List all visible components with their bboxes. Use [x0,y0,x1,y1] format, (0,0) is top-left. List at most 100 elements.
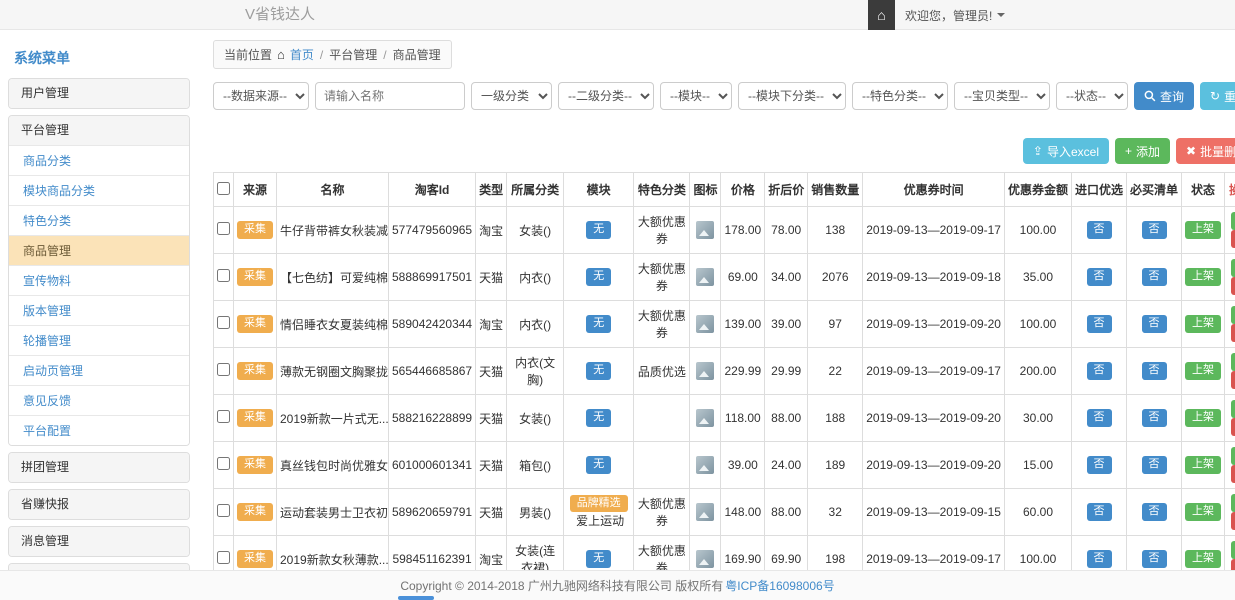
sidebar-submenu-item[interactable]: 模块商品分类 [9,175,189,205]
row-checkbox[interactable] [217,551,230,564]
status-badge: 上架 [1185,315,1221,333]
sidebar-menu-item[interactable]: 拼团管理 [9,453,189,482]
filter-select-level2-category[interactable]: --二级分类-- [558,82,654,110]
refresh-icon: ↻ [1210,90,1220,102]
filter-select-module-subcategory[interactable]: --模块下分类-- [738,82,846,110]
sidebar-menu-item[interactable]: 省赚快报 [9,490,189,519]
filter-select-level1-category[interactable]: 一级分类 [471,82,552,110]
delete-button[interactable]: ✖ [1231,277,1235,295]
edit-button[interactable]: ✎ [1231,212,1235,230]
horizontal-scrollbar-thumb[interactable] [398,596,434,600]
cell-icon [690,301,721,348]
product-thumbnail-icon [696,409,714,427]
row-checkbox[interactable] [217,504,230,517]
cell-price: 169.90 [721,536,765,571]
module-badge: 无 [586,315,611,333]
filter-select-item-type[interactable]: --宝贝类型-- [954,82,1050,110]
user-menu[interactable]: 欢迎您，管理员! [895,0,1015,30]
delete-button[interactable]: ✖ [1231,371,1235,389]
cell-source: 采集 [234,207,277,254]
cell-must-buy: 否 [1127,348,1182,395]
delete-button[interactable]: ✖ [1231,418,1235,436]
import-excel-button[interactable]: ⇪ 导入excel [1023,138,1109,164]
home-icon: ⌂ [877,7,885,23]
filter-select-status[interactable]: --状态-- [1056,82,1128,110]
filter-select-data-source[interactable]: --数据来源-- [213,82,309,110]
breadcrumb-home-link[interactable]: 首页 [290,46,314,63]
column-header: 名称 [277,173,389,207]
add-button[interactable]: + 添加 [1115,138,1170,164]
cell-source: 采集 [234,489,277,536]
cell-type: 天猫 [476,442,507,489]
delete-button[interactable]: ✖ [1231,230,1235,248]
select-all-checkbox[interactable] [217,182,230,195]
row-checkbox[interactable] [217,316,230,329]
delete-button[interactable]: ✖ [1231,512,1235,530]
sidebar-submenu-item[interactable]: 商品管理 [9,235,189,265]
cell-sales: 97 [808,301,863,348]
sidebar-submenu-item[interactable]: 商品分类 [9,145,189,175]
cell-checkbox [214,254,234,301]
edit-button[interactable]: ✎ [1231,494,1235,512]
navbar-home-button[interactable]: ⌂ [868,0,895,30]
footer: Copyright © 2014-2018 广州九驰网络科技有限公司 版权所有 … [0,570,1235,600]
sidebar-submenu-item[interactable]: 平台配置 [9,415,189,445]
edit-button[interactable]: ✎ [1231,306,1235,324]
source-badge: 采集 [237,503,273,521]
name-search-input[interactable] [315,82,465,110]
cell-import-select: 否 [1072,207,1127,254]
sidebar-menu-item[interactable]: 用户管理 [9,79,189,108]
filter-select-module[interactable]: --模块-- [660,82,732,110]
row-checkbox[interactable] [217,269,230,282]
cell-operations: ✎✖ [1225,348,1235,395]
reset-button[interactable]: ↻ 重置 [1200,82,1235,110]
cell-type: 淘宝 [476,536,507,571]
cell-checkbox [214,348,234,395]
edit-button[interactable]: ✎ [1231,259,1235,277]
cell-discount-price: 34.00 [765,254,808,301]
cell-taoke-id: 565446685867 [389,348,476,395]
sidebar-submenu-item[interactable]: 意见反馈 [9,385,189,415]
table-body: 采集牛仔背带裤女秋装减龄...577479560965淘宝女装()无大额优惠券1… [214,207,1235,571]
cell-status: 上架 [1182,536,1225,571]
sidebar-submenu-item[interactable]: 版本管理 [9,295,189,325]
product-thumbnail-icon [696,221,714,239]
sidebar-submenu-item[interactable]: 轮播管理 [9,325,189,355]
row-checkbox[interactable] [217,222,230,235]
delete-button[interactable]: ✖ [1231,465,1235,483]
edit-button[interactable]: ✎ [1231,353,1235,371]
cell-source: 采集 [234,254,277,301]
delete-button[interactable]: ✖ [1231,559,1235,570]
row-checkbox[interactable] [217,410,230,423]
cell-source: 采集 [234,301,277,348]
edit-button[interactable]: ✎ [1231,541,1235,559]
delete-button[interactable]: ✖ [1231,324,1235,342]
row-checkbox[interactable] [217,457,230,470]
cell-feature-category: 大额优惠券 [634,536,690,571]
product-thumbnail-icon [696,503,714,521]
module-badge: 无 [586,268,611,286]
breadcrumb-label: 当前位置 [224,46,272,63]
edit-button[interactable]: ✎ [1231,400,1235,418]
product-thumbnail-icon [696,362,714,380]
icp-link[interactable]: 粤ICP备16098006号 [725,577,834,594]
sidebar-menu-item[interactable]: 平台管理 [9,116,189,145]
batch-delete-button[interactable]: ✖ 批量删除 [1176,138,1235,164]
module-subcategory-text: 爱上运动 [576,514,624,528]
cell-module: 无 [564,348,634,395]
cell-module: 无 [564,207,634,254]
column-header: 所属分类 [507,173,564,207]
row-checkbox[interactable] [217,363,230,376]
cell-source: 采集 [234,442,277,489]
import-select-badge: 否 [1087,409,1112,427]
sidebar-menu-item[interactable]: 消息管理 [9,527,189,556]
sidebar-submenu-item[interactable]: 宣传物料 [9,265,189,295]
column-header: 特色分类 [634,173,690,207]
edit-button[interactable]: ✎ [1231,447,1235,465]
cell-checkbox [214,489,234,536]
sidebar-submenu-item[interactable]: 特色分类 [9,205,189,235]
cell-coupon-amount: 100.00 [1004,536,1071,571]
search-button[interactable]: 查询 [1134,82,1194,110]
sidebar-submenu-item[interactable]: 启动页管理 [9,355,189,385]
filter-select-feature-category[interactable]: --特色分类-- [852,82,948,110]
